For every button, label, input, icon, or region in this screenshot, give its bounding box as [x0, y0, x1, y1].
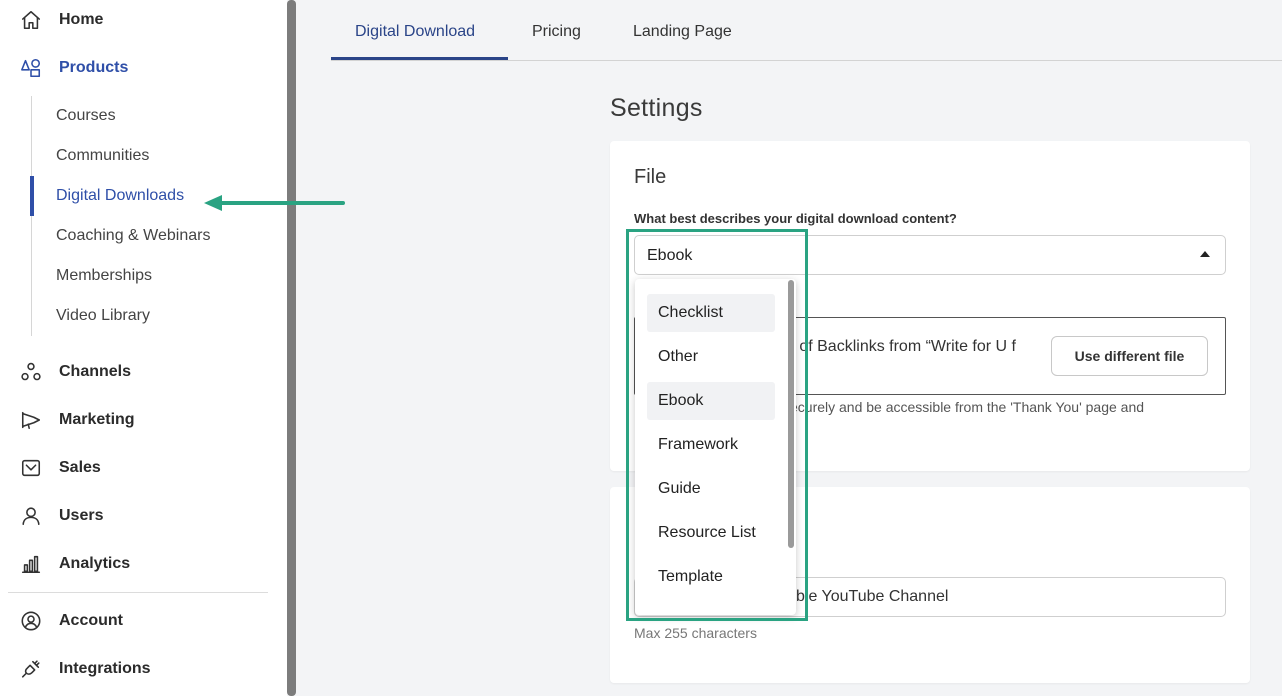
option-ebook[interactable]: Ebook: [647, 382, 775, 420]
page-title: Settings: [610, 94, 703, 122]
content-type-dropdown: Checklist Other Ebook Framework Guide Re…: [635, 279, 796, 615]
nav-account[interactable]: Account: [20, 610, 123, 632]
option-framework[interactable]: Framework: [647, 426, 775, 464]
content-type-label: What best describes your digital downloa…: [634, 211, 957, 226]
sidebar-scrollbar[interactable]: [287, 0, 296, 696]
nav-analytics-label: Analytics: [59, 555, 131, 572]
sidebar-item-courses[interactable]: Courses: [56, 107, 116, 125]
sidebar-divider: [8, 592, 268, 593]
nav-channels-label: Channels: [59, 363, 132, 380]
title-input-value: ble YouTube Channel: [796, 588, 949, 605]
plug-icon: [20, 658, 42, 680]
nav-marketing-label: Marketing: [59, 411, 135, 428]
option-guide[interactable]: Guide: [647, 470, 775, 508]
shapes-icon: [20, 57, 42, 79]
nav-sales[interactable]: Sales: [20, 457, 101, 479]
user-icon: [20, 505, 42, 527]
sales-icon: [20, 457, 42, 479]
channels-icon: [20, 361, 42, 383]
content-type-selected-value: Ebook: [647, 247, 693, 264]
nav-home[interactable]: Home: [20, 9, 103, 31]
sidebar: Home Products Courses Communities Digita…: [0, 0, 287, 696]
annotation-arrow: [204, 195, 345, 211]
submenu-line: [31, 96, 32, 336]
nav-account-label: Account: [59, 612, 123, 629]
option-resource-list[interactable]: Resource List: [647, 514, 775, 552]
tab-bar: Digital Download Pricing Landing Page: [331, 0, 1282, 61]
file-section-heading: File: [634, 166, 667, 188]
uploaded-file-name: ns of Backlinks from “Write for U f: [778, 338, 1016, 355]
nav-channels[interactable]: Channels: [20, 361, 131, 383]
megaphone-icon: [20, 409, 42, 431]
sidebar-item-communities[interactable]: Communities: [56, 147, 149, 165]
active-tab-underline: [331, 57, 508, 60]
nav-products[interactable]: Products: [20, 57, 128, 79]
sidebar-item-digital-downloads[interactable]: Digital Downloads: [56, 187, 184, 205]
account-icon: [20, 610, 42, 632]
dropdown-scrollbar[interactable]: [788, 280, 794, 548]
sidebar-item-video-library[interactable]: Video Library: [56, 307, 150, 325]
tab-landing-page[interactable]: Landing Page: [633, 23, 732, 41]
option-checklist[interactable]: Checklist: [647, 294, 775, 332]
caret-up-icon: [1200, 251, 1210, 257]
option-template[interactable]: Template: [647, 558, 775, 596]
nav-products-label: Products: [59, 59, 129, 76]
option-other[interactable]: Other: [647, 338, 775, 376]
file-help-text: ecurely and be accessible from the 'Than…: [790, 399, 1145, 415]
sidebar-item-memberships[interactable]: Memberships: [56, 267, 152, 285]
nav-integrations-label: Integrations: [59, 660, 151, 677]
use-different-file-button[interactable]: Use different file: [1051, 336, 1208, 376]
sidebar-item-coaching-webinars[interactable]: Coaching & Webinars: [56, 227, 210, 245]
nav-marketing[interactable]: Marketing: [20, 409, 135, 431]
nav-integrations[interactable]: Integrations: [20, 658, 151, 680]
submenu-active-indicator: [30, 176, 34, 216]
tab-digital-download[interactable]: Digital Download: [355, 23, 475, 41]
home-icon: [20, 9, 42, 31]
nav-analytics[interactable]: Analytics: [20, 553, 130, 575]
bar-chart-icon: [20, 553, 42, 575]
nav-users-label: Users: [59, 507, 104, 524]
max-characters-hint: Max 255 characters: [634, 625, 757, 641]
content-type-select[interactable]: Ebook: [634, 235, 1226, 275]
nav-sales-label: Sales: [59, 459, 101, 476]
tab-pricing[interactable]: Pricing: [532, 23, 581, 41]
nav-home-label: Home: [59, 11, 104, 28]
nav-users[interactable]: Users: [20, 505, 103, 527]
